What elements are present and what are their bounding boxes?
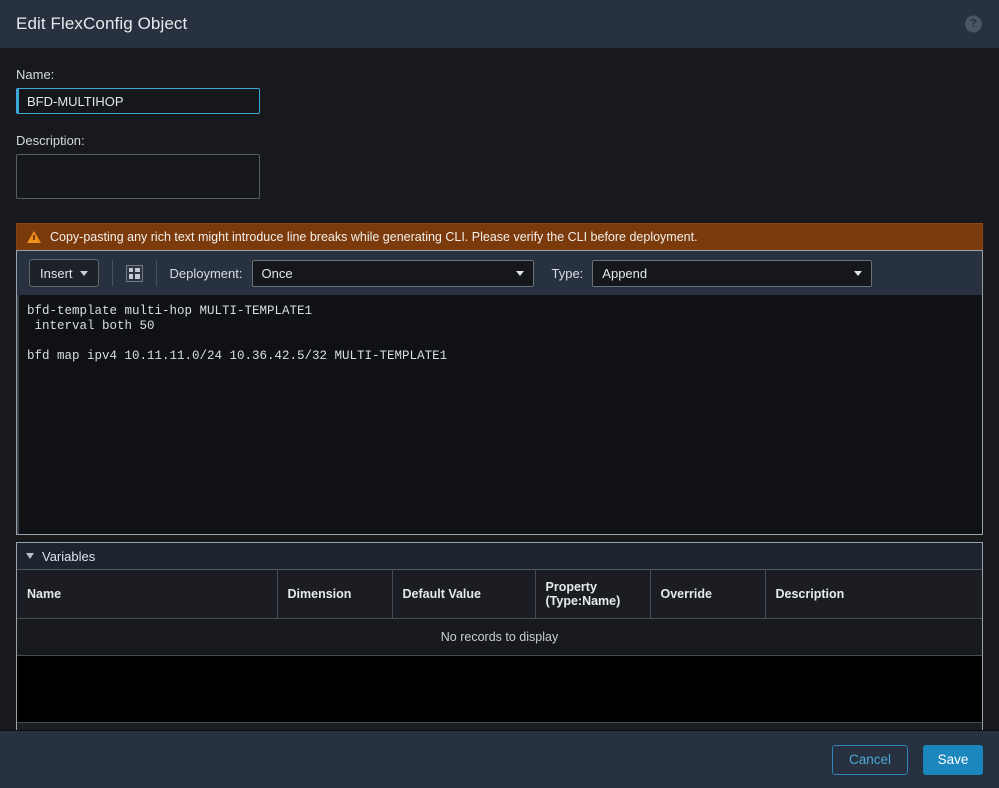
column-header-name[interactable]: Name xyxy=(17,570,278,619)
editor-toolbar: Insert Deployment: Once Type: Append xyxy=(17,251,982,295)
column-header-property[interactable]: Property (Type:Name) xyxy=(535,570,651,619)
warning-triangle-icon xyxy=(27,231,41,243)
page-title: Edit FlexConfig Object xyxy=(16,14,188,33)
variables-panel-footer xyxy=(17,722,982,730)
dialog-body: Name: Description: Copy-pasting any rich… xyxy=(0,48,999,730)
cli-editor-panel: Insert Deployment: Once Type: Append bfd… xyxy=(16,250,983,535)
warning-text: Copy-pasting any rich text might introdu… xyxy=(50,230,698,244)
column-header-dimension[interactable]: Dimension xyxy=(277,570,393,619)
grid-cell xyxy=(135,267,140,272)
chevron-down-icon xyxy=(854,270,863,276)
name-input[interactable] xyxy=(16,88,260,114)
toolbar-divider-left xyxy=(111,260,113,286)
type-select-value: Append xyxy=(602,265,648,281)
deployment-select[interactable]: Once xyxy=(251,259,534,287)
table-empty-row: No records to display xyxy=(17,618,982,656)
variables-panel: Variables Name Dimension Default Value P… xyxy=(16,542,983,730)
variables-table: Name Dimension Default Value Property (T… xyxy=(17,570,982,656)
name-label: Name: xyxy=(16,67,55,82)
column-header-property-line1: Property xyxy=(545,579,597,594)
cancel-button[interactable]: Cancel xyxy=(832,744,908,775)
grid-cell xyxy=(128,274,134,279)
help-circle-icon[interactable]: ? xyxy=(965,15,982,33)
variables-section-header[interactable]: Variables xyxy=(17,543,982,570)
table-header-row: Name Dimension Default Value Property (T… xyxy=(17,570,982,619)
empty-message: No records to display xyxy=(17,618,982,656)
deployment-label: Deployment: xyxy=(169,265,243,281)
grid-cell xyxy=(135,274,140,279)
column-header-override[interactable]: Override xyxy=(650,570,766,619)
dialog-header: Edit FlexConfig Object ? xyxy=(0,0,999,48)
variables-blank-area xyxy=(17,655,982,723)
insert-button[interactable]: Insert xyxy=(29,259,99,287)
variables-section-title: Variables xyxy=(42,548,96,564)
warning-banner: Copy-pasting any rich text might introdu… xyxy=(16,223,983,250)
table-body: No records to display xyxy=(17,618,982,656)
triangle-down-icon xyxy=(26,553,34,559)
chevron-down-icon xyxy=(79,270,88,276)
insert-table-icon[interactable] xyxy=(125,264,143,282)
cli-code-area[interactable]: bfd-template multi-hop MULTI-TEMPLATE1 i… xyxy=(17,295,982,534)
grid-cell xyxy=(128,267,134,272)
cli-code-text: bfd-template multi-hop MULTI-TEMPLATE1 i… xyxy=(27,304,448,363)
type-label: Type: xyxy=(551,265,584,281)
column-header-default-value[interactable]: Default Value xyxy=(392,570,536,619)
type-select[interactable]: Append xyxy=(592,259,873,287)
column-header-property-line2: (Type:Name) xyxy=(545,593,621,608)
column-header-description[interactable]: Description xyxy=(765,570,982,619)
description-label: Description: xyxy=(16,133,85,148)
toolbar-divider-right xyxy=(155,260,157,286)
save-button[interactable]: Save xyxy=(923,744,983,775)
dialog-footer: Cancel Save xyxy=(0,730,999,788)
chevron-down-icon xyxy=(515,270,524,276)
deployment-select-value: Once xyxy=(261,265,293,281)
description-input[interactable] xyxy=(16,154,260,199)
insert-button-label: Insert xyxy=(40,265,73,281)
